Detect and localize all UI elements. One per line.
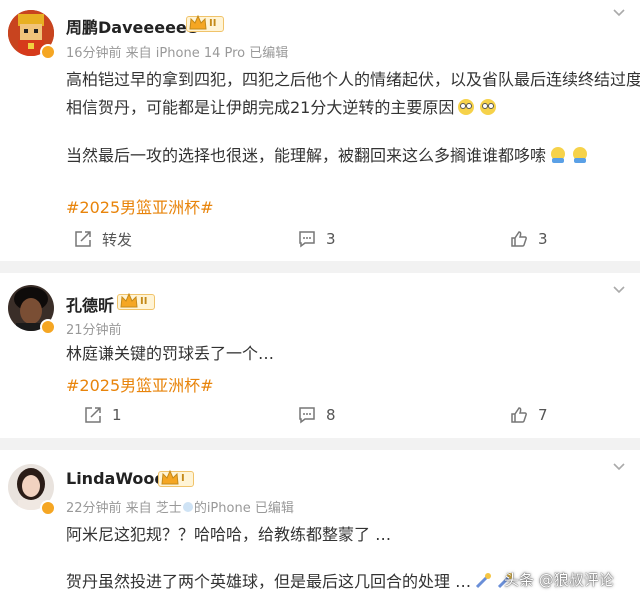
level-text: II [209, 18, 217, 29]
more-chevron-icon[interactable] [612, 8, 626, 18]
comment-count: 8 [326, 406, 336, 424]
level-text: I [181, 473, 185, 484]
verified-badge-icon [40, 44, 56, 60]
action-bar: 1 8 7 [0, 400, 640, 430]
repost-button[interactable]: 转发 [74, 224, 132, 254]
hashtag-link[interactable]: #2025男篮亚洲杯# [66, 372, 214, 396]
emoji-icon [573, 147, 588, 163]
like-button[interactable]: 3 [510, 224, 548, 254]
like-button[interactable]: 7 [510, 400, 548, 430]
level-badge: I [158, 469, 194, 487]
post-meta: 21分钟前 [66, 323, 122, 338]
verified-badge-icon [40, 319, 56, 335]
repost-button[interactable]: 1 [84, 400, 122, 430]
cheese-emoji-icon [182, 502, 193, 512]
comment-button[interactable]: 8 [298, 400, 336, 430]
verified-badge-icon [40, 500, 56, 516]
more-chevron-icon[interactable] [612, 285, 626, 295]
repost-icon [85, 407, 101, 423]
author-name[interactable]: 孔德昕 [66, 292, 114, 316]
level-badge: II [186, 14, 224, 32]
emoji-icon [476, 573, 492, 589]
repost-icon [75, 231, 91, 247]
like-count: 3 [538, 230, 548, 248]
post-meta: 22分钟前 来自 芝士 的iPhone 已编辑 [66, 501, 294, 516]
more-chevron-icon[interactable] [612, 462, 626, 472]
comment-icon [299, 407, 315, 424]
emoji-icon [551, 147, 566, 163]
post-text-line: 相信贺丹，可能都是让伊朗完成21分大逆转的主要原因 [66, 94, 498, 122]
level-crown-icon [120, 292, 138, 308]
post-card: 孔德昕 II 21分钟前 林庭谦关键的罚球丢了一个… #2025男篮亚洲杯# 1… [0, 273, 640, 438]
post-meta: 16分钟前 来自 iPhone 14 Pro 已编辑 [66, 46, 289, 61]
emoji-icon [458, 99, 475, 115]
post-text-line: 阿米尼这犯规？？哈哈哈，给教练都整蒙了 … [66, 525, 392, 544]
like-icon [511, 407, 527, 423]
action-bar: 转发 3 3 [0, 224, 640, 254]
emoji-icon [480, 99, 497, 115]
repost-count: 1 [112, 406, 122, 424]
watermark: 头条 @狼叔评论 [504, 571, 614, 589]
like-count: 7 [538, 406, 548, 424]
level-badge: II [117, 292, 155, 310]
comment-icon [299, 231, 315, 248]
post-text-line: 当然最后一攻的选择也很迷，能理解，被翻回来这么多搁谁谁都哆嗦 [66, 142, 590, 170]
post-text-line: 林庭谦关键的罚球丢了一个… [66, 344, 275, 363]
post-card: 周鹏Daveeeeee II 16分钟前 来自 iPhone 14 Pro 已编… [0, 0, 640, 261]
repost-label: 转发 [102, 230, 133, 249]
like-icon [511, 231, 527, 247]
level-text: II [140, 296, 148, 307]
comment-button[interactable]: 3 [298, 224, 336, 254]
post-text-line: 高柏铠过早的拿到四犯，四犯之后他个人的情绪起伏，以及省队最后连续终结过度 [66, 70, 640, 89]
level-crown-icon [161, 469, 179, 485]
hashtag-link[interactable]: #2025男篮亚洲杯# [66, 194, 214, 218]
author-name[interactable]: LindaWooo [66, 469, 165, 488]
comment-count: 3 [326, 230, 336, 248]
level-crown-icon [189, 14, 207, 30]
author-name[interactable]: 周鹏Daveeeeee [66, 14, 198, 38]
post-text-line: 贺丹虽然投进了两个英雄球，但是最后这几回合的处理 … [66, 568, 515, 596]
